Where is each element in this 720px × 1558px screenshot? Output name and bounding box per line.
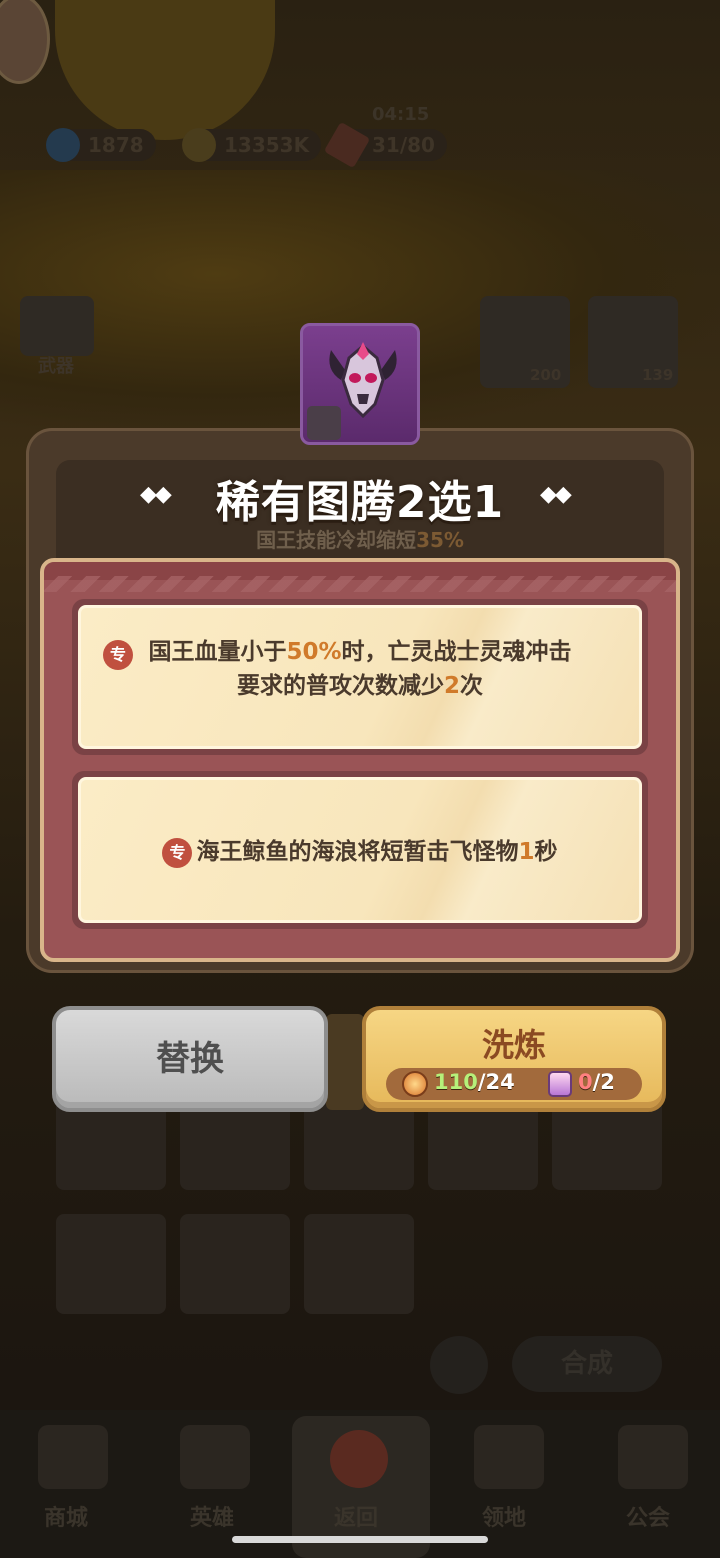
background-totem-slot xyxy=(56,1214,166,1314)
popup-subtitle: 国王技能冷却缩短35% xyxy=(256,528,464,552)
nav-heroes[interactable]: 英雄 xyxy=(190,1500,234,1532)
nav-territory[interactable]: 领地 xyxy=(482,1500,526,1532)
nav-back[interactable]: 返回 xyxy=(334,1500,378,1532)
refine-button-label: 洗炼 xyxy=(481,1026,546,1064)
gold-coin-icon xyxy=(182,128,216,162)
board-zigzag-decor xyxy=(44,576,676,592)
background-item-value: 200 xyxy=(530,366,562,384)
timer-text: 04:15 xyxy=(372,104,430,125)
close-icon xyxy=(330,1430,388,1488)
background-totem-slot xyxy=(180,1214,290,1314)
replace-button-label: 替换 xyxy=(156,1039,224,1079)
heroes-icon xyxy=(180,1425,250,1489)
background-item-value: 139 xyxy=(642,366,674,384)
popup-title: 稀有图腾2选1 xyxy=(215,477,505,528)
option-1-line-2: 要求的普攻次数减少2次 xyxy=(236,673,483,699)
shop-icon xyxy=(38,1425,108,1489)
weapon-label: 武器 xyxy=(38,356,74,377)
guild-icon xyxy=(618,1425,688,1489)
refine-stone-icon xyxy=(402,1071,428,1097)
refine-cost-bar: 110/24 0/2 xyxy=(386,1068,642,1100)
background-leaf-button xyxy=(430,1336,488,1394)
crystal-icon xyxy=(548,1071,572,1097)
replace-button[interactable]: 替换 xyxy=(52,1006,328,1112)
option-card-1-inner: 专 国王血量小于50%时，亡灵战士灵魂冲击 要求的普攻次数减少2次 xyxy=(78,605,642,749)
title-decor-right-icon: ◆◆ xyxy=(540,482,572,507)
refine-button[interactable]: 洗炼 110/24 0/2 xyxy=(362,1006,666,1112)
castle-icon xyxy=(474,1425,544,1489)
exclusive-badge-icon: 专 xyxy=(162,837,193,868)
energy-counter: 31/80 xyxy=(323,121,447,169)
nav-shop[interactable]: 商城 xyxy=(44,1500,88,1532)
gold-counter: 13353K xyxy=(182,128,322,162)
nav-guild[interactable]: 公会 xyxy=(626,1500,670,1532)
background-merge-button: 合成 xyxy=(512,1336,662,1392)
background-totem-slot xyxy=(304,1214,414,1314)
option-1-line-1: 国王血量小于50%时，亡灵战士灵魂冲击 xyxy=(148,639,572,665)
background-button-edge xyxy=(326,1014,364,1110)
refine-stone-cost: 110/24 xyxy=(434,1070,515,1094)
gem-counter: 1878 xyxy=(46,128,156,162)
totem-item-icon xyxy=(300,323,420,445)
option-card-2-inner: 专海王鲸鱼的海浪将短暂击飞怪物1秒 xyxy=(78,777,642,923)
option-card-1[interactable]: 专 国王血量小于50%时，亡灵战士灵魂冲击 要求的普攻次数减少2次 xyxy=(72,599,648,755)
weapon-slot-icon xyxy=(20,296,94,356)
lock-icon xyxy=(307,406,341,440)
home-indicator xyxy=(232,1536,488,1543)
crystal-cost: 0/2 xyxy=(578,1070,615,1094)
option-card-2[interactable]: 专海王鲸鱼的海浪将短暂击飞怪物1秒 xyxy=(72,771,648,929)
option-2-line-1: 专海王鲸鱼的海浪将短暂击飞怪物1秒 xyxy=(81,836,639,869)
gem-icon xyxy=(46,128,80,162)
